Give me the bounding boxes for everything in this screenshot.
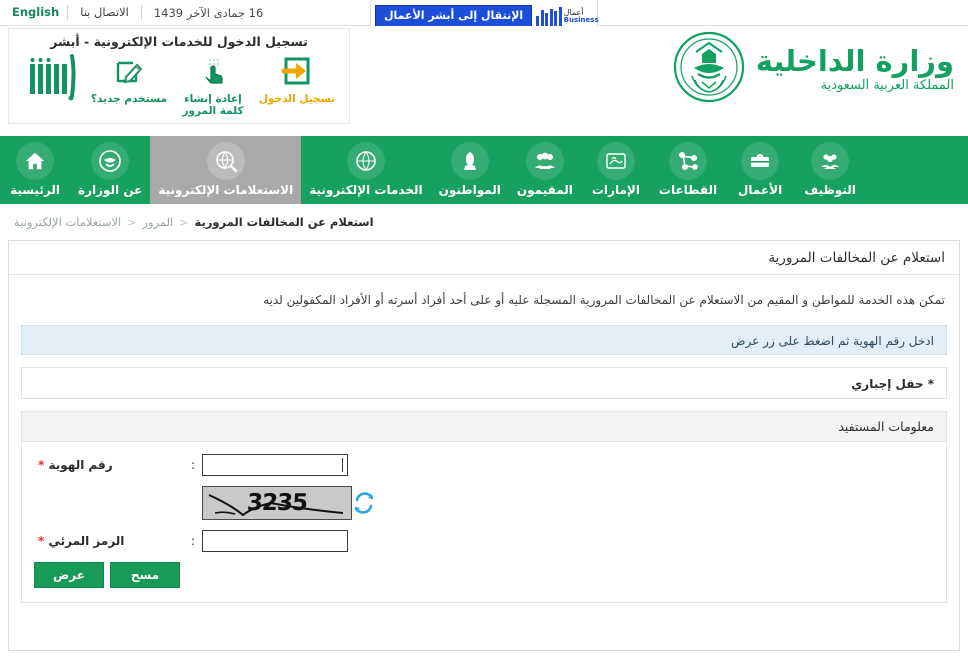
login-panel-title: تسجيل الدخول للخدمات الإلكترونية - أبشر — [50, 34, 308, 49]
nav-label-citizens: المواطنون — [438, 182, 501, 197]
new-user-link[interactable]: مستخدم جديد؟ — [90, 51, 168, 105]
top-divider-2 — [140, 5, 142, 20]
breadcrumb-item-2[interactable]: المرور — [142, 215, 173, 229]
nav-item-e-inquiries[interactable]: الاستعلامات الإلكترونية — [150, 136, 302, 204]
breadcrumb-separator-1: < — [127, 215, 137, 229]
form-buttons: عرض مسح — [34, 562, 766, 588]
nav-item-citizens[interactable]: المواطنون — [431, 136, 509, 204]
id-number-required-mark: * — [38, 458, 45, 472]
id-number-colon: : — [190, 458, 196, 472]
nav-label-home: الرئيسية — [10, 182, 60, 197]
employment-icon — [811, 141, 850, 180]
nav-label-residents: المقيمون — [516, 182, 573, 197]
refresh-icon[interactable] — [352, 491, 376, 515]
service-description: تمكن هذه الخدمة للمواطن و المقيم من الاس… — [263, 293, 945, 307]
visual-code-colon: : — [190, 534, 196, 548]
contact-us-link[interactable]: الاتصال بنا — [68, 0, 141, 25]
ministry-logo-text: وزارة الداخلية المملكة العربية السعودية — [755, 44, 955, 94]
captcha-text: 3235 — [246, 490, 308, 516]
main-navigation: الرئيسية عن الوزارة الاستعلامات الإلكترو… — [0, 136, 968, 204]
search-globe-icon — [206, 141, 245, 180]
reset-password-link[interactable]: إعادة إنشاء كلمة المرور — [174, 51, 252, 117]
instruction-notice: ادخل رقم الهوية ثم اضغط على زر عرض — [21, 325, 947, 355]
top-utility-links: English الاتصال بنا 16 جمادى الآخر 1439 — [0, 0, 275, 25]
abshr-business-logo-text: أعمال Business — [563, 8, 599, 24]
nav-label-e-inquiries: الاستعلامات الإلكترونية — [158, 182, 294, 197]
abshr-business-logo-en: Business — [563, 15, 599, 24]
login-label: تسجيل الدخول — [258, 93, 336, 105]
reset-password-label: إعادة إنشاء كلمة المرور — [182, 93, 244, 117]
submit-button[interactable]: عرض — [34, 562, 104, 588]
login-panel: تسجيل الدخول للخدمات الإلكترونية - أبشر — [8, 28, 350, 124]
nav-item-sectors[interactable]: القطاعات — [651, 136, 725, 204]
clear-button[interactable]: مسح — [110, 562, 180, 588]
nav-item-about-ministry[interactable]: عن الوزارة — [70, 136, 150, 204]
id-number-row: رقم الهوية * : — [34, 454, 934, 476]
id-number-label-text: رقم الهوية — [48, 458, 113, 472]
nav-item-emirates[interactable]: الإمارات — [581, 136, 651, 204]
content-card: استعلام عن المخالفات المرورية تمكن هذه ا… — [8, 240, 960, 651]
saudi-moi-emblem-icon — [672, 30, 746, 108]
goto-abshr-business-button[interactable]: الإنتقال إلى أبشر الأعمال — [375, 5, 533, 27]
id-number-label: رقم الهوية * — [34, 458, 184, 472]
page-root: English الاتصال بنا 16 جمادى الآخر 1439 … — [0, 0, 968, 659]
business-case-icon — [741, 141, 780, 180]
breadcrumb-item-1[interactable]: الاستعلامات الإلكترونية — [14, 215, 121, 229]
login-links: مستخدم جديد؟ إعادة إنشاء كلمة المرور تسج… — [9, 51, 349, 117]
beneficiary-section-body: رقم الهوية * : 3235 الرمز المرئي *: عرض… — [22, 442, 946, 602]
ministry-logo: وزارة الداخلية المملكة العربية السعودية — [672, 30, 955, 108]
globe-icon — [346, 141, 385, 180]
nav-item-business[interactable]: الأعمال — [725, 136, 795, 204]
citizen-icon — [450, 141, 489, 180]
visual-code-input[interactable] — [202, 530, 348, 552]
visual-code-row: الرمز المرئي * : — [34, 530, 934, 552]
nav-item-residents[interactable]: المقيمون — [509, 136, 581, 204]
visual-code-label: الرمز المرئي * — [34, 534, 184, 548]
sectors-icon — [669, 141, 708, 180]
beneficiary-section-title: معلومات المستفيد — [22, 412, 946, 442]
nav-item-employment[interactable]: التوظيف — [795, 136, 865, 204]
emblem-icon — [91, 141, 130, 180]
nav-label-sectors: القطاعات — [658, 182, 718, 197]
captcha-image: 3235 — [202, 486, 352, 520]
top-divider-1 — [67, 5, 69, 20]
ministry-name: وزارة الداخلية — [755, 44, 955, 78]
home-icon — [16, 141, 54, 180]
nav-item-e-services[interactable]: الخدمات الإلكترونية — [301, 136, 430, 204]
hijri-date: 16 جمادى الآخر 1439 — [153, 5, 264, 20]
ministry-country: المملكة العربية السعودية — [820, 78, 954, 93]
nav-label-about-ministry: عن الوزارة — [78, 182, 143, 197]
language-switch-english[interactable]: English — [0, 0, 67, 25]
bars-logo-icon — [536, 5, 562, 27]
id-number-input[interactable] — [202, 454, 348, 476]
beneficiary-section: معلومات المستفيد رقم الهوية * : 3235 الر… — [21, 411, 947, 603]
abshr-business-logo: أعمال Business — [536, 5, 599, 27]
residents-icon — [525, 141, 564, 180]
page-title: استعلام عن المخالفات المرورية — [9, 241, 959, 275]
emirates-icon — [596, 141, 635, 180]
captcha-row: 3235 — [34, 486, 934, 520]
visual-code-label-text: الرمز المرئي — [48, 534, 125, 548]
top-utility-bar: English الاتصال بنا 16 جمادى الآخر 1439 … — [0, 0, 968, 33]
nav-item-home[interactable]: الرئيسية — [0, 136, 70, 204]
breadcrumb-item-current: استعلام عن المخالفات المرورية — [194, 215, 374, 229]
nav-label-e-services: الخدمات الإلكترونية — [309, 182, 423, 197]
breadcrumb-separator-2: < — [179, 215, 189, 229]
nav-label-business: الأعمال — [738, 182, 783, 197]
login-link[interactable]: تسجيل الدخول — [258, 51, 336, 105]
required-field-note: * حقل إجباري — [21, 367, 947, 399]
nav-label-employment: التوظيف — [804, 182, 856, 197]
breadcrumb: الاستعلامات الإلكترونية < المرور < استعل… — [0, 208, 968, 236]
login-arrow-icon — [280, 51, 314, 91]
visual-code-required-mark: * — [38, 534, 45, 548]
new-user-label: مستخدم جديد؟ — [90, 93, 168, 105]
site-header: تسجيل الدخول للخدمات الإلكترونية - أبشر — [0, 26, 968, 136]
abshr-logo-icon — [22, 51, 84, 103]
nav-label-emirates: الإمارات — [591, 182, 640, 197]
edit-document-icon — [113, 51, 145, 91]
hand-pointer-icon — [197, 51, 229, 91]
